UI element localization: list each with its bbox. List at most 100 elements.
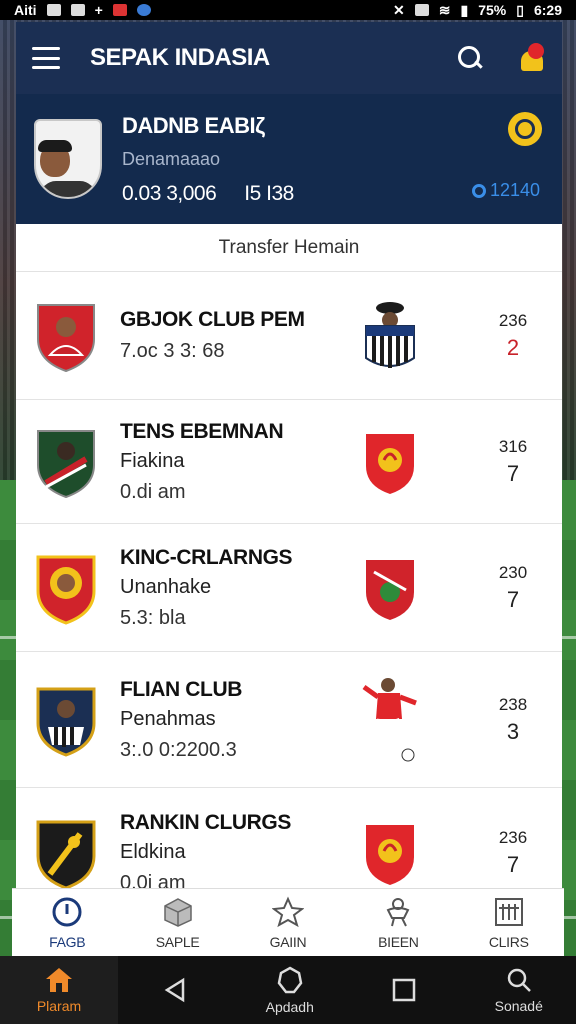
opponent-crest-icon [366,433,414,494]
club-meta: 0.0i am [120,871,186,889]
club-subtitle: Unanhake [120,575,212,598]
score-top: 236 [498,827,528,847]
tab-label: GAIIN [269,933,307,950]
mute-icon: ✕ [393,1,405,18]
tab-label: SAPLE [155,933,200,950]
app-title: SEPAK INDASIA [90,44,270,71]
club-name: TENS EBEMNAN [120,419,284,443]
score-bottom: 7 [506,460,520,486]
opponent-crest-icon [366,824,414,885]
search-icon [507,968,531,992]
nav-label: Apdadh [265,999,314,1015]
bottom-tab-bar: FAGB SAPLE GAIIN BIEEN CLIRS [12,888,564,956]
score-bottom: 2 [506,334,520,360]
carrier-label: Aiti [14,2,37,18]
balance-value: 12140 [489,180,540,200]
profile-stat-value: I5 I38 [244,181,294,205]
balance: 12140 [471,180,540,201]
tab-gaiin[interactable]: GAIIN [238,896,338,950]
profile-stat-value: 0.03 3,006 [122,181,217,205]
add-icon: + [94,2,103,18]
tab-label: CLIRS [488,933,529,950]
signal-icon: ▮ [460,1,469,18]
nav-recents-button[interactable] [347,976,462,1004]
club-crest-icon [37,429,95,498]
circle-icon [277,966,303,994]
club-name: RANKIN CLURGS [120,810,291,834]
club-subtitle: Eldkina [120,840,186,863]
profile-card: DADNB EABIζ Denamaaao 0.03 3,006 I5 I38 … [16,94,562,224]
player-icon [386,897,410,926]
club-meta: 0.di am [120,480,186,503]
profile-subtitle: Denamaaao [122,148,221,169]
section-title: Transfer Hemain [16,224,562,272]
avatar[interactable] [34,119,102,199]
club-list-item[interactable]: GBJOK CLUB PEM 7.oc 3 3: 68 236 2 [16,272,562,400]
square-icon [393,978,416,1002]
tab-saple[interactable]: SAPLE [128,896,228,950]
club-crest-icon [37,303,95,372]
vibrate-icon [414,4,429,16]
opponent-player-icon [362,677,417,761]
club-crest-icon [36,687,96,757]
tab-label: BIEEN [378,933,419,950]
status-bar: Aiti + ✕ ≋ ▮ 75% ▯ 6:29 [0,0,576,20]
currency-icon [471,183,486,198]
club-crest-icon [36,820,96,888]
club-meta: 7.oc 3 3: 68 [120,340,225,362]
opponent-player-icon [365,301,415,368]
club-name: KINC-CRLARNGS [120,545,293,569]
opponent-crest-icon [366,559,414,620]
nav-label: Plaram [36,998,82,1014]
nav-home-button[interactable]: Plaram [0,956,118,1024]
nav-search-button[interactable]: Sonadé [462,966,576,1014]
club-list-item[interactable]: FLIAN CLUB Penahmas 3:.0 0:2200.3 238 3 [16,652,562,788]
clock: 6:29 [533,2,562,18]
score-top: 316 [498,436,528,456]
image-icon [70,4,85,16]
app-icon [112,4,127,16]
search-icon[interactable] [456,44,484,72]
club-subtitle: Penahmas [120,707,216,730]
club-list-item[interactable]: TENS EBEMNAN Fiakina 0.di am 316 7 [16,400,562,524]
nav-app-button[interactable]: Apdadh [233,965,348,1015]
score-top: 238 [498,694,528,714]
top-app-bar: SEPAK INDASIA [16,22,562,94]
battery-label: 75% [478,2,507,18]
club-name: GBJOK CLUB PEM [120,308,305,331]
tab-label: FAGB [49,933,86,950]
back-icon [164,977,185,1003]
tab-bieen[interactable]: BIEEN [348,896,448,950]
score-bottom: 3 [506,718,520,744]
system-navigation-bar: Plaram Apdadh Sonadé [0,956,576,1024]
shield-icon [136,4,151,16]
house-icon [46,968,72,992]
score-top: 230 [498,562,528,582]
notification-icon [46,4,61,16]
coins-icon[interactable] [508,112,542,146]
club-list-item[interactable]: RANKIN CLURGS Eldkina 0.0i am 236 7 [16,788,562,888]
battery-icon: ▯ [516,1,524,18]
club-crest-icon [36,555,96,625]
club-meta: 5.3: bla [120,606,186,629]
grid-icon [494,897,523,926]
score-bottom: 7 [506,586,520,612]
cube-icon [163,897,192,927]
score-bottom: 7 [506,851,520,877]
nav-label: Sonadé [494,998,543,1014]
tab-fagb[interactable]: FAGB [17,896,117,950]
app-window: SEPAK INDASIA DADNB EABIζ Denamaaao 0.03… [16,22,562,888]
power-icon [52,897,82,926]
club-subtitle: Fiakina [120,449,185,472]
tab-clirs[interactable]: CLIRS [459,896,559,950]
star-icon [271,896,304,927]
notification-bell-icon[interactable] [518,43,546,73]
nav-back-button[interactable] [118,976,233,1004]
menu-icon[interactable] [32,47,60,69]
club-name: FLIAN CLUB [120,677,242,701]
club-list-item[interactable]: KINC-CRLARNGS Unanhake 5.3: bla 230 7 [16,524,562,652]
wifi-icon: ≋ [438,1,451,18]
profile-name: DADNB EABIζ [122,112,265,138]
score-top: 236 [498,310,528,330]
club-meta: 3:.0 0:2200.3 [120,738,237,761]
